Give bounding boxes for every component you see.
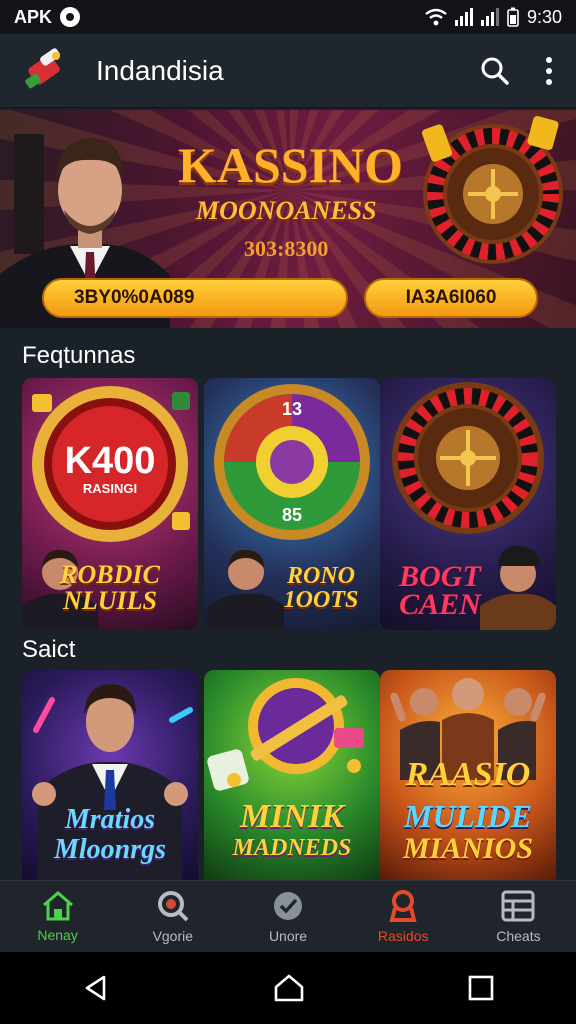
- card-title-line2: Mloonrgs: [53, 834, 167, 865]
- nav-label: Unore: [268, 927, 308, 944]
- game-card[interactable]: RAASIO MULIDE MIANIOS: [380, 670, 556, 880]
- search-chip-icon: [157, 890, 189, 921]
- badge-check-icon: [274, 891, 302, 920]
- nav-item-home[interactable]: Nenay: [0, 881, 115, 952]
- wheel-top-number: 13: [281, 399, 303, 419]
- home-button-icon[interactable]: [273, 974, 305, 1002]
- app-bar: Indandisia: [0, 34, 576, 108]
- system-nav-bar: [0, 952, 576, 1024]
- nav-item-search[interactable]: Vgorie: [115, 881, 230, 952]
- bottom-nav: Nenay Vgorie Unore Rasidos Cheats: [0, 880, 576, 952]
- nav-label: Nenay: [37, 926, 78, 943]
- roulette-wheel-icon: [421, 116, 563, 264]
- banner-subline: MOONOANESS: [196, 196, 377, 225]
- recents-icon[interactable]: [468, 975, 494, 1001]
- card-title-line2: 1OOTS: [283, 587, 359, 613]
- nav-item-badge[interactable]: Unore: [230, 881, 345, 952]
- card-title-line1: Mratios: [64, 804, 156, 835]
- nav-label: Cheats: [496, 927, 541, 944]
- game-card[interactable]: 13 85 RONO 1OOTS: [204, 378, 380, 630]
- chip-subtitle: RASINGI: [82, 481, 138, 496]
- carrier-label: APK: [14, 6, 53, 27]
- banner-code: 303:8300: [244, 236, 329, 261]
- signal-icon-2: [480, 8, 499, 26]
- signal-icon: [454, 8, 473, 26]
- battery-icon: [507, 7, 519, 27]
- roulette-wheel-icon: [392, 382, 544, 534]
- more-options-icon[interactable]: [544, 56, 554, 86]
- section-title-featured: Feqtunnas: [22, 342, 136, 369]
- record-icon: [60, 7, 81, 27]
- card-title-line2: NLUILS: [63, 586, 157, 615]
- status-bar: APK 9:30: [0, 0, 576, 34]
- game-card[interactable]: K400 RASINGI ROBDIC NLUILS: [22, 378, 198, 630]
- card-title-line1: RONO: [286, 563, 355, 589]
- app-logo-icon: [25, 47, 60, 88]
- chip-value: K400: [64, 440, 156, 482]
- card-title-line2: MADNEDS: [232, 835, 352, 861]
- trophy-icon: [389, 889, 417, 922]
- nav-label: Rasidos: [377, 927, 429, 944]
- banner-left-button[interactable]: 3BY0%0A089: [42, 278, 348, 318]
- search-icon[interactable]: [480, 56, 510, 86]
- grid-icon: [501, 890, 535, 921]
- app-title: Indandisia: [96, 54, 224, 86]
- card-title-line1: RAASIO: [405, 756, 531, 793]
- card-title-line2: CAEN: [399, 588, 481, 621]
- nav-item-trophy[interactable]: Rasidos: [346, 881, 461, 952]
- nav-label: Vgorie: [152, 927, 194, 944]
- clock: 9:30: [526, 6, 562, 27]
- wifi-icon: [425, 8, 447, 26]
- banner-right-button[interactable]: IA3A6I060: [364, 278, 538, 318]
- card-title-line1: MINIK: [240, 798, 344, 835]
- card-title-line2: MULIDE: [403, 798, 532, 834]
- card-title-line1: ROBDIC: [60, 560, 160, 589]
- nav-item-grid[interactable]: Cheats: [461, 881, 576, 952]
- game-card[interactable]: Mratios Mloonrgs: [22, 670, 198, 880]
- banner-headline: KASSINO: [178, 137, 404, 193]
- back-icon[interactable]: [82, 974, 110, 1002]
- promo-banner[interactable]: KASSINO MOONOANESS 303:8300 3BY0%0A089 I…: [0, 110, 576, 328]
- game-card[interactable]: MINIK MADNEDS: [204, 670, 380, 880]
- section-title-second: Saict: [22, 636, 76, 663]
- home-icon: [42, 890, 73, 920]
- game-card[interactable]: BOGT CAEN: [380, 378, 556, 630]
- wheel-bottom-number: 85: [281, 505, 303, 525]
- card-title-line3: MIANIOS: [402, 832, 534, 865]
